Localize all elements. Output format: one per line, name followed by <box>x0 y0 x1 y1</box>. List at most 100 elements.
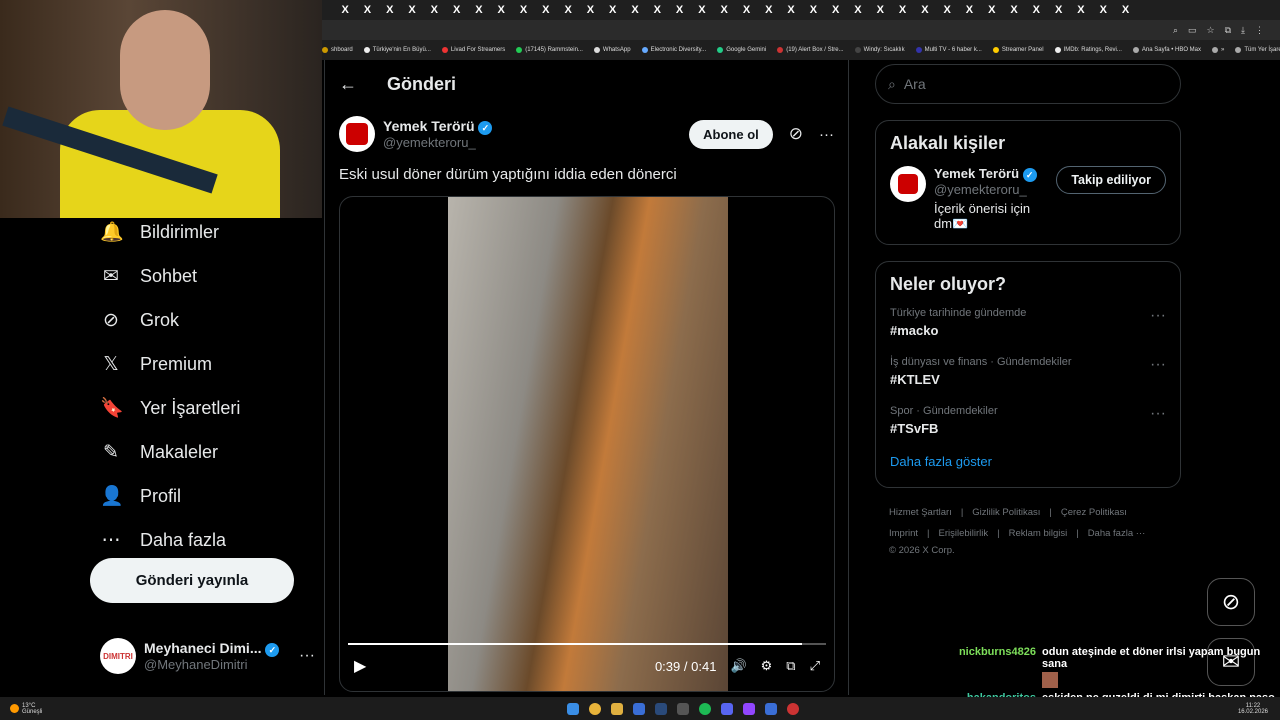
browser-tab[interactable]: X <box>936 4 958 16</box>
browser-tab[interactable]: X <box>379 4 401 16</box>
folder-icon[interactable] <box>611 702 624 715</box>
bookmark-item[interactable]: Türkiye'nin En Büyü... <box>363 47 431 53</box>
author-name[interactable]: Yemek Terörü <box>383 118 475 134</box>
back-arrow-icon[interactable]: ← <box>339 74 357 95</box>
show-more-link[interactable]: Daha fazla göster <box>890 454 1166 469</box>
more-icon[interactable]: ··· <box>1150 405 1166 423</box>
play-icon[interactable]: ▶ <box>354 656 366 676</box>
sidebar-item-profil[interactable]: 👤 Profil <box>90 474 320 518</box>
steam-icon[interactable] <box>655 702 668 715</box>
download-icon[interactable]: ⤓ <box>1241 25 1245 36</box>
app-icon[interactable] <box>765 702 778 715</box>
bookmark-item[interactable]: Electronic Diversity... <box>641 47 706 53</box>
sidebar-item-grok[interactable]: ⊘ Grok <box>90 298 320 342</box>
browser-tab[interactable]: X <box>401 4 423 16</box>
chrome-icon[interactable] <box>589 702 602 715</box>
browser-tab[interactable]: X <box>914 4 936 16</box>
browser-tab[interactable]: X <box>423 4 445 16</box>
browser-tab[interactable]: X <box>869 4 891 16</box>
more-icon[interactable]: ··· <box>299 647 315 665</box>
footer-link[interactable]: Daha fazla ··· <box>1088 528 1146 539</box>
browser-tab[interactable]: X <box>1003 4 1025 16</box>
bookmark-item[interactable]: Streamer Panel <box>992 47 1044 53</box>
app-icon[interactable] <box>677 702 690 715</box>
following-button[interactable]: Takip ediliyor <box>1056 166 1166 194</box>
twitch-icon[interactable] <box>743 702 756 715</box>
browser-tab[interactable]: X <box>713 4 735 16</box>
bookmark-item[interactable]: Livad For Streamers <box>441 47 505 53</box>
discord-icon[interactable] <box>721 702 734 715</box>
browser-tab[interactable]: X <box>1070 4 1092 16</box>
footer-link[interactable]: Erişilebilirlik <box>939 528 989 539</box>
volume-icon[interactable]: 🔊 <box>730 658 746 674</box>
bookmark-item[interactable]: Multi TV - 6 haber k... <box>915 47 982 53</box>
settings-gear-icon[interactable]: ⚙ <box>761 658 773 674</box>
trend-item[interactable]: Spor · Gündemdekiler #TSvFB ··· <box>890 405 1166 436</box>
sidebar-item-premium[interactable]: 𝕏 Premium <box>90 342 320 386</box>
footer-link[interactable]: Gizlilik Politikası <box>972 507 1040 518</box>
browser-tab[interactable]: X <box>691 4 713 16</box>
browser-tab[interactable]: X <box>735 4 757 16</box>
sidebar-item-yer-i-şaretleri[interactable]: 🔖 Yer İşaretleri <box>90 386 320 430</box>
browser-tab[interactable]: X <box>468 4 490 16</box>
sidebar-item-sohbet[interactable]: ✉ Sohbet <box>90 254 320 298</box>
bookmark-item[interactable]: (17145) Rammstein... <box>516 47 583 53</box>
search-input[interactable]: ⌕ Ara <box>875 64 1181 104</box>
browser-tab[interactable]: X <box>1114 4 1136 16</box>
browser-tab[interactable]: X <box>1025 4 1047 16</box>
sidebar-item-bildirimler[interactable]: 🔔 Bildirimler <box>90 210 320 254</box>
author-avatar[interactable] <box>339 116 375 152</box>
browser-tab[interactable]: X <box>490 4 512 16</box>
more-icon[interactable]: ··· <box>1150 356 1166 374</box>
browser-tab[interactable]: X <box>802 4 824 16</box>
browser-tab[interactable]: X <box>758 4 780 16</box>
avatar[interactable] <box>890 166 926 202</box>
start-icon[interactable] <box>567 702 580 715</box>
related-name[interactable]: Yemek Terörü <box>934 166 1019 181</box>
browser-tab[interactable]: X <box>825 4 847 16</box>
zoom-icon[interactable]: ⌕ <box>1173 25 1178 36</box>
sidebar-item-makaleler[interactable]: ✎ Makaleler <box>90 430 320 474</box>
more-icon[interactable]: ··· <box>1150 307 1166 325</box>
browser-tab[interactable]: X <box>1048 4 1070 16</box>
pip-icon[interactable]: ⧉ <box>786 658 795 674</box>
bookmark-item[interactable]: Ana Sayfa • HBO Max <box>1132 47 1201 53</box>
bookmark-item[interactable]: IMDb: Ratings, Revi... <box>1054 47 1122 53</box>
bookmark-item[interactable]: (19) Alert Box / Stre... <box>777 47 844 53</box>
star-icon[interactable]: ☆ <box>1207 25 1215 36</box>
subscribe-button[interactable]: Abone ol <box>689 119 773 149</box>
bookmark-item[interactable]: shboard <box>322 47 353 53</box>
browser-tab[interactable]: X <box>646 4 668 16</box>
browser-tab[interactable]: X <box>557 4 579 16</box>
clock[interactable]: 11:22 16.02.2026 <box>1238 703 1280 715</box>
browser-tab[interactable]: X <box>512 4 534 16</box>
app-icon[interactable] <box>787 702 800 715</box>
trend-item[interactable]: Türkiye tarihinde gündemde #macko ··· <box>890 307 1166 338</box>
trend-item[interactable]: İş dünyası ve finans · Gündemdekiler #KTL… <box>890 356 1166 387</box>
footer-link[interactable]: Imprint <box>889 528 918 539</box>
more-icon[interactable]: ··· <box>819 126 834 143</box>
browser-tab[interactable]: X <box>780 4 802 16</box>
spotify-icon[interactable] <box>699 702 712 715</box>
menu-icon[interactable]: ⋮ <box>1255 25 1264 36</box>
browser-tab[interactable]: X <box>356 4 378 16</box>
fullscreen-icon[interactable]: ⤢ <box>810 658 820 674</box>
browser-tab[interactable]: X <box>891 4 913 16</box>
post-button[interactable]: Gönderi yayınla <box>90 558 294 603</box>
footer-link[interactable]: Çerez Politikası <box>1061 507 1127 518</box>
author-handle[interactable]: @yemekteroru_ <box>383 135 492 150</box>
bookmark-item[interactable]: Windy: Sıcaklık <box>854 47 905 53</box>
browser-tab[interactable]: X <box>624 4 646 16</box>
browser-tab[interactable]: X <box>334 4 356 16</box>
bookmark-item[interactable]: » <box>1212 47 1224 53</box>
browser-tab[interactable]: X <box>958 4 980 16</box>
bookmark-item[interactable]: WhatsApp <box>593 47 631 53</box>
footer-link[interactable]: Reklam bilgisi <box>1009 528 1068 539</box>
browser-tab[interactable]: X <box>602 4 624 16</box>
weather-widget[interactable]: 13°C Güneşli <box>0 703 42 715</box>
browser-tab[interactable]: X <box>579 4 601 16</box>
account-switcher[interactable]: DIMITRI Meyhaneci Dimi... ✓ @MeyhaneDimi… <box>100 638 315 674</box>
video-player[interactable]: ▶ 0:39 / 0:41 🔊 ⚙ ⧉ ⤢ <box>339 196 835 692</box>
cast-icon[interactable]: ▭ <box>1188 25 1197 36</box>
browser-tab[interactable]: X <box>981 4 1003 16</box>
